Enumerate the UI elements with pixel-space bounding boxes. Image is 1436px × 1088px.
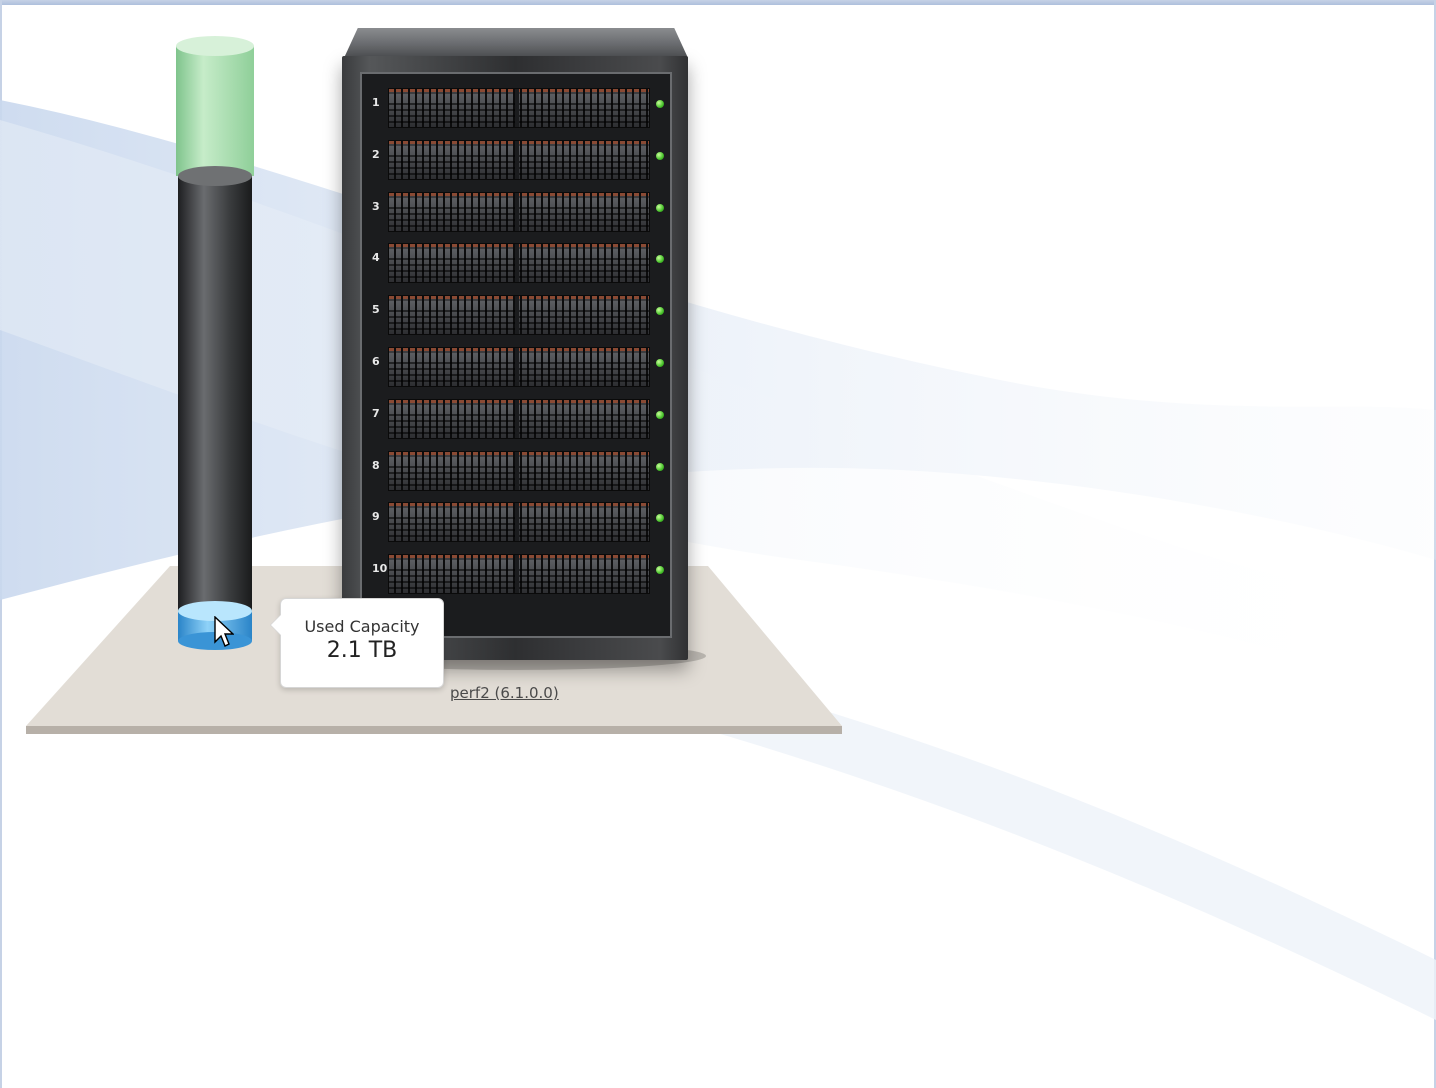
drive-slots [389,202,649,229]
status-led-icon [656,462,664,471]
drive-slots [389,513,649,540]
status-led-icon [656,203,664,212]
rack-enclosure-bay: 1 2 3 4 5 6 7 8 9 10 [360,72,672,638]
rack-enclosure-7[interactable]: 7 [368,393,666,441]
rack-enclosure-1[interactable]: 1 [368,82,666,130]
tooltip-arrow [271,615,281,635]
capacity-tooltip: Used Capacity 2.1 TB [271,598,444,688]
status-led-icon [656,255,664,264]
drive-bays [388,554,650,595]
rack-top [344,28,688,58]
drive-slots [389,99,649,125]
drive-bays [388,502,650,543]
capacity-gauge[interactable] [176,36,256,656]
storage-rack[interactable]: 1 2 3 4 5 6 7 8 9 10 [338,28,694,664]
drive-bays [388,398,650,439]
drive-bays [388,88,650,128]
system-link[interactable]: perf2 (6.1.0.0) [450,684,559,702]
status-led-icon [656,307,664,316]
drive-bays [388,243,650,284]
status-led-icon [656,359,664,367]
rack-enclosure-9[interactable]: 9 [368,496,666,544]
rack-enclosure-10[interactable]: 10 [368,548,666,596]
rack-enclosure-8[interactable]: 8 [368,445,666,493]
rack-enclosure-6[interactable]: 6 [368,341,666,389]
drive-slots [389,409,649,436]
rack-enclosure-5[interactable]: 5 [368,289,666,337]
drive-bays [388,450,650,491]
status-led-icon [656,100,664,108]
drive-slots [389,150,649,177]
drive-bays [388,139,650,180]
rack-enclosure-2[interactable]: 2 [368,134,666,182]
drive-slots [389,254,649,281]
tooltip-label: Used Capacity [304,617,420,636]
status-led-icon [656,514,664,523]
drive-slots [389,358,649,384]
tooltip-value: 2.1 TB [326,638,398,663]
drive-slots [389,461,649,488]
status-led-icon [656,566,664,575]
status-led-icon [656,151,664,160]
drive-slots [389,565,649,592]
rack-enclosure-4[interactable]: 4 [368,237,666,285]
drive-bays [388,347,650,387]
drive-slots [389,306,649,333]
arrow-pointer-icon [214,616,234,647]
drive-bays [388,191,650,232]
drive-bays [388,295,650,336]
status-led-icon [656,410,664,419]
rack-enclosure-3[interactable]: 3 [368,186,666,234]
